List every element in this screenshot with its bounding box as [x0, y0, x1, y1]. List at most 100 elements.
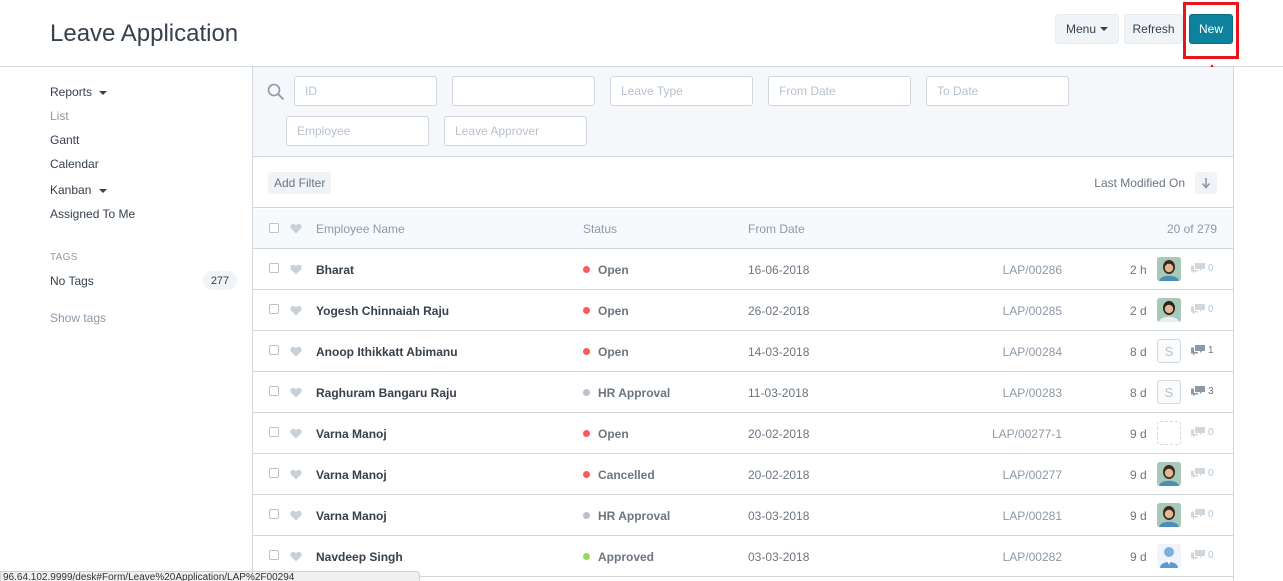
add-filter-button[interactable]: Add Filter: [268, 172, 332, 194]
comment-count-label: 0: [1208, 508, 1214, 520]
modified-time: 8 d: [1130, 345, 1147, 359]
comment-count-label: 0: [1208, 303, 1214, 315]
from-date-filter-input[interactable]: [768, 76, 911, 106]
row-checkbox[interactable]: [269, 550, 279, 560]
table-row[interactable]: Varna Manoj HR Approval 03-03-2018 LAP/0028…: [253, 495, 1233, 536]
avatar[interactable]: [1157, 257, 1181, 281]
sort-order-button[interactable]: [1195, 172, 1217, 194]
sidebar-item-calendar[interactable]: Calendar: [50, 157, 99, 171]
leave-approver-filter-input[interactable]: [444, 116, 587, 146]
comments-icon: [1191, 386, 1205, 397]
row-checkbox[interactable]: [269, 345, 279, 355]
employee-name-link[interactable]: Navdeep Singh: [316, 550, 403, 564]
filter-toolbar: Add Filter Last Modified On: [253, 158, 1233, 208]
employee-name-link[interactable]: Raghuram Bangaru Raju: [316, 386, 457, 400]
row-checkbox[interactable]: [269, 304, 279, 314]
row-checkbox[interactable]: [269, 427, 279, 437]
comment-count[interactable]: 0: [1190, 467, 1214, 479]
sidebar-item-label: Kanban: [50, 183, 92, 197]
select-all-checkbox[interactable]: [269, 223, 279, 233]
comment-count[interactable]: 1: [1190, 344, 1214, 356]
avatar[interactable]: [1157, 298, 1181, 322]
avatar-placeholder[interactable]: [1157, 421, 1181, 445]
caret-down-icon: [98, 188, 107, 193]
avatar[interactable]: S: [1157, 339, 1181, 363]
avatar[interactable]: [1157, 462, 1181, 486]
status-dot-icon: [583, 266, 590, 273]
show-tags-link[interactable]: Show tags: [50, 311, 106, 325]
comment-count-label: 0: [1208, 549, 1214, 561]
column-header-from-date: From Date: [748, 222, 805, 236]
heart-icon[interactable]: [290, 387, 302, 398]
to-date-filter-input[interactable]: [926, 76, 1069, 106]
comments-icon: [1191, 345, 1205, 356]
standard-filter-area: [253, 67, 1233, 157]
avatar[interactable]: [1157, 503, 1181, 527]
page-title: Leave Application: [50, 20, 239, 47]
user-photo-icon: [1157, 503, 1181, 527]
employee-name-link[interactable]: Anoop Ithikkatt Abimanu: [316, 345, 458, 359]
employee-filter-input[interactable]: [286, 116, 429, 146]
status-label: Approved: [598, 550, 655, 564]
heart-icon[interactable]: [290, 551, 302, 562]
comment-count[interactable]: 0: [1190, 549, 1214, 561]
new-button[interactable]: New: [1189, 14, 1233, 44]
comment-count[interactable]: 0: [1190, 426, 1214, 438]
heart-icon[interactable]: [290, 264, 302, 275]
avatar-letter: S: [1164, 384, 1174, 400]
sidebar-item-gantt[interactable]: Gantt: [50, 133, 79, 147]
list-header-row: Employee Name Status From Date 20 of 279: [253, 209, 1233, 249]
sidebar-item-list[interactable]: List: [50, 109, 69, 123]
sidebar-item-reports[interactable]: Reports: [50, 85, 108, 99]
table-row[interactable]: Varna Manoj Open 20-02-2018 LAP/00277-1 9 d 0: [253, 413, 1233, 454]
status-dot-icon: [583, 389, 590, 396]
modified-time: 9 d: [1130, 427, 1147, 441]
refresh-button[interactable]: Refresh: [1124, 14, 1183, 44]
comment-count[interactable]: 0: [1190, 303, 1214, 315]
comments-icon: [1191, 427, 1205, 438]
sidebar-item-kanban[interactable]: Kanban: [50, 183, 107, 197]
status-indicator: Open: [583, 345, 629, 359]
sort-selector[interactable]: Last Modified On: [1094, 176, 1185, 190]
heart-icon[interactable]: [290, 223, 302, 234]
row-checkbox[interactable]: [269, 509, 279, 519]
table-row[interactable]: Varna Manoj Cancelled 20-02-2018 LAP/00277 9…: [253, 454, 1233, 495]
employee-name-link[interactable]: Varna Manoj: [316, 468, 387, 482]
table-row[interactable]: Anoop Ithikkatt Abimanu Open 14-03-2018 LAP…: [253, 331, 1233, 372]
status-label: HR Approval: [598, 509, 671, 523]
heart-icon[interactable]: [290, 305, 302, 316]
table-row[interactable]: Bharat Open 16-06-2018 LAP/00286 2 h 0: [253, 249, 1233, 290]
employee-name-link[interactable]: Bharat: [316, 263, 354, 277]
heart-icon[interactable]: [290, 428, 302, 439]
comments-icon: [1191, 550, 1205, 561]
status-indicator: Open: [583, 304, 629, 318]
leave-type-filter-input[interactable]: [610, 76, 753, 106]
sidebar-item-assigned-to-me[interactable]: Assigned To Me: [50, 207, 135, 221]
comment-count[interactable]: 0: [1190, 262, 1214, 274]
table-row[interactable]: Yogesh Chinnaiah Raju Open 26-02-2018 LAP/0…: [253, 290, 1233, 331]
status-indicator: Open: [583, 263, 629, 277]
comment-count[interactable]: 3: [1190, 385, 1214, 397]
from-date-cell: 11-03-2018: [748, 386, 809, 400]
row-checkbox[interactable]: [269, 263, 279, 273]
id-filter-input[interactable]: [294, 76, 437, 106]
blank-filter-input[interactable]: [452, 76, 595, 106]
from-date-cell: 03-03-2018: [748, 509, 810, 523]
employee-name-link[interactable]: Varna Manoj: [316, 509, 387, 523]
row-checkbox[interactable]: [269, 468, 279, 478]
table-row[interactable]: Raghuram Bangaru Raju HR Approval 11-03-20…: [253, 372, 1233, 413]
sidebar-item-no-tags[interactable]: No Tags: [50, 274, 94, 288]
heart-icon[interactable]: [290, 469, 302, 480]
list-panel: Add Filter Last Modified On Employee Nam…: [252, 67, 1234, 581]
avatar[interactable]: S: [1157, 380, 1181, 404]
heart-icon[interactable]: [290, 510, 302, 521]
menu-button[interactable]: Menu: [1055, 14, 1119, 44]
row-checkbox[interactable]: [269, 386, 279, 396]
modified-time: 2 h: [1130, 263, 1147, 277]
comment-count[interactable]: 0: [1190, 508, 1214, 520]
heart-icon[interactable]: [290, 346, 302, 357]
comment-count-label: 0: [1208, 262, 1214, 274]
employee-name-link[interactable]: Yogesh Chinnaiah Raju: [316, 304, 449, 318]
employee-name-link[interactable]: Varna Manoj: [316, 427, 387, 441]
avatar[interactable]: [1157, 544, 1181, 568]
